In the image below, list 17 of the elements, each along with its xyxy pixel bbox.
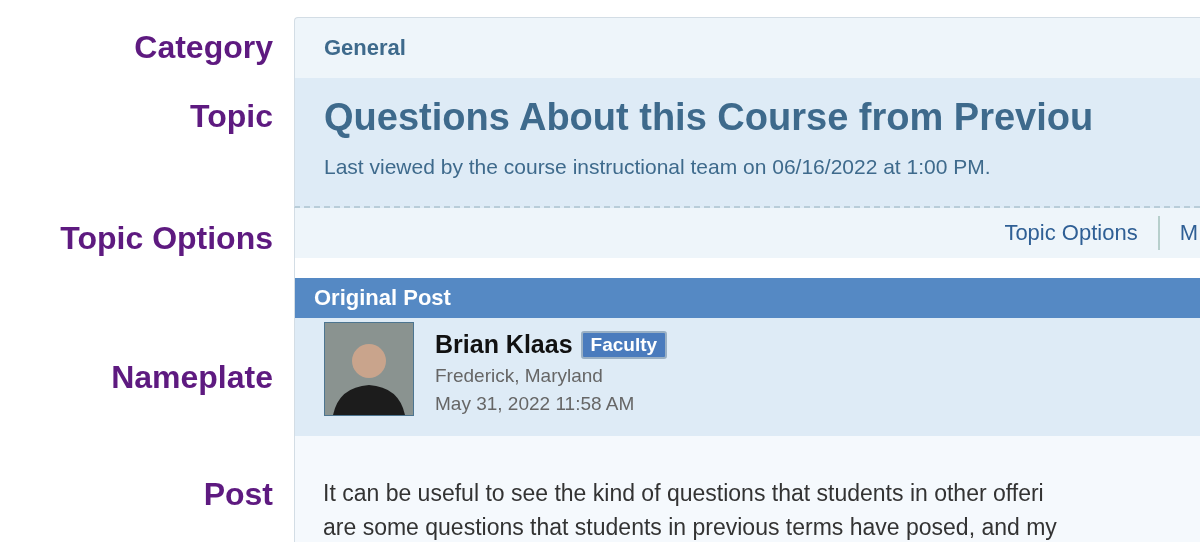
category-name: General — [324, 35, 406, 61]
annotation-label: Topic — [190, 98, 273, 135]
topic-options-link[interactable]: M — [1179, 220, 1198, 246]
post-text-line: It can be useful to see the kind of questions that students in other offeri — [323, 479, 1045, 508]
topic-options-link[interactable]: Topic Options — [1004, 220, 1138, 246]
annotation-label: Category — [134, 29, 273, 66]
role-badge: Faculty — [580, 330, 668, 359]
annotation-label: Post — [203, 476, 273, 513]
post-date: May 31, 2022 11:58 AM — [435, 393, 636, 415]
annotation-label: Topic Options — [60, 219, 273, 257]
topic-title: Questions About this Course from Previou — [324, 96, 1095, 139]
post-text-line: are some questions that students in previous terms have posed, and my — [323, 513, 1058, 542]
author-name: Brian Klaas — [435, 330, 573, 359]
post-header: Original Post — [295, 278, 1200, 318]
author-location: Frederick, Maryland — [435, 365, 604, 387]
annotation-label: Nameplate — [111, 358, 273, 396]
last-viewed-text: Last viewed by the course instructional team on 06/16/2022 at 1:00 PM. — [324, 155, 992, 179]
